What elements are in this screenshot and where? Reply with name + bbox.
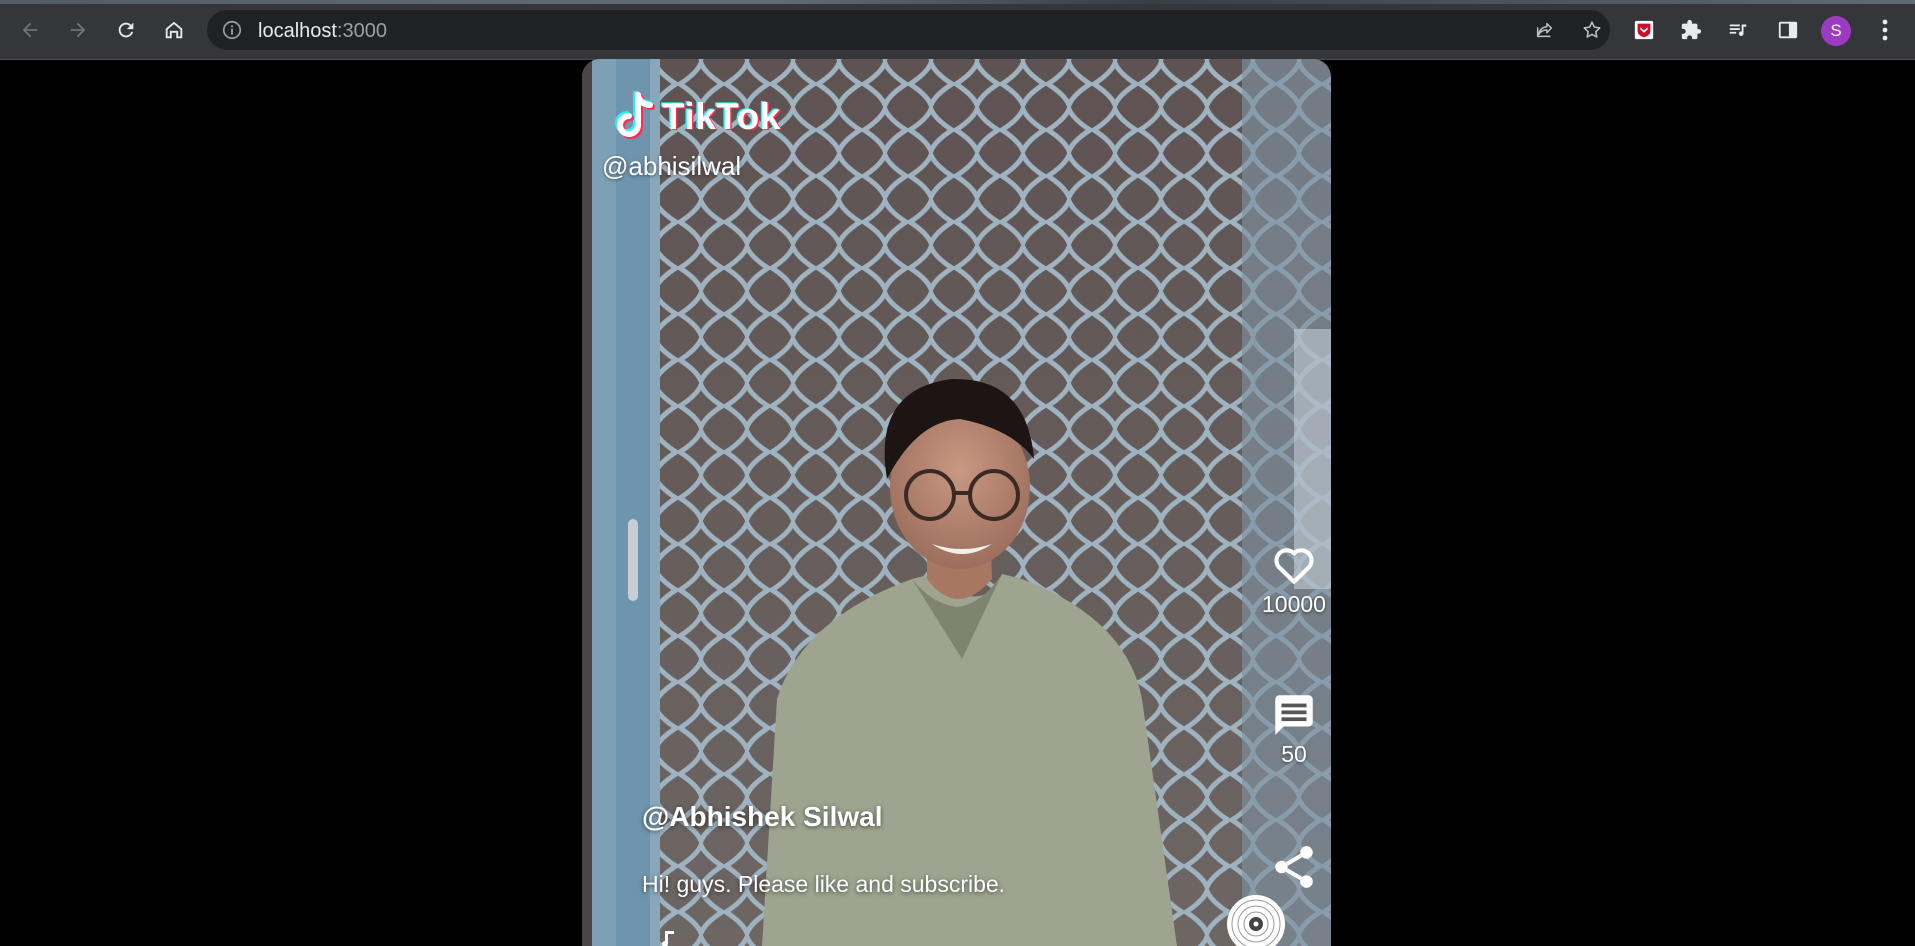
forward-arrow-icon [70, 22, 86, 38]
share-icon [1275, 846, 1313, 888]
url-port: :3000 [336, 20, 387, 42]
browser-toolbar: localhost:3000 S [0, 0, 1915, 60]
home-button[interactable] [157, 13, 191, 47]
back-button[interactable] [13, 13, 47, 47]
like-button[interactable]: 10000 [1254, 539, 1331, 618]
media-queue-icon [1729, 24, 1747, 36]
comment-count: 50 [1281, 741, 1307, 767]
media-control-button[interactable] [1721, 13, 1755, 47]
forward-button[interactable] [61, 13, 95, 47]
video-caption: Hi! guys. Please like and subscribe. [642, 871, 1006, 897]
more-menu-icon [1882, 19, 1888, 41]
reload-button[interactable] [109, 13, 143, 47]
home-icon [165, 21, 183, 39]
share-button[interactable] [1254, 842, 1331, 892]
video-author[interactable]: @Abhishek Silwal [642, 801, 882, 833]
url-host: localhost [258, 20, 337, 42]
side-panel-icon [1778, 21, 1798, 39]
site-info-icon[interactable] [221, 19, 243, 41]
address-bar[interactable]: localhost:3000 [207, 10, 1610, 50]
profile-avatar[interactable]: S [1821, 16, 1851, 46]
browser-menu-button[interactable] [1870, 13, 1900, 47]
extensions-puzzle-icon [1681, 19, 1702, 40]
bookmark-star-icon[interactable] [1581, 19, 1603, 41]
comment-button[interactable]: 50 [1254, 689, 1331, 768]
tiktok-logo: TikTok [608, 89, 781, 145]
share-page-icon[interactable] [1534, 19, 1556, 41]
music-disc-icon[interactable] [1225, 893, 1287, 946]
extension-shield-icon [1634, 20, 1654, 40]
music-note-icon [662, 931, 674, 946]
extensions-button[interactable] [1674, 13, 1708, 47]
tiktok-note-icon [615, 91, 655, 139]
logo-wordmark: TikTok [662, 96, 781, 137]
like-count: 10000 [1262, 591, 1326, 617]
heart-icon [1274, 548, 1314, 584]
side-panel-button[interactable] [1771, 13, 1805, 47]
back-arrow-icon [22, 22, 38, 38]
extension-button[interactable] [1627, 13, 1661, 47]
url-text[interactable]: localhost:3000 [258, 20, 387, 43]
tab-strip [0, 0, 1915, 4]
video-player[interactable]: TikTok @abhisilwal 10000 50 @Abhishek Si… [582, 59, 1331, 946]
comment-icon [1275, 695, 1313, 735]
reload-icon [118, 22, 134, 38]
channel-handle[interactable]: @abhisilwal [602, 151, 741, 182]
